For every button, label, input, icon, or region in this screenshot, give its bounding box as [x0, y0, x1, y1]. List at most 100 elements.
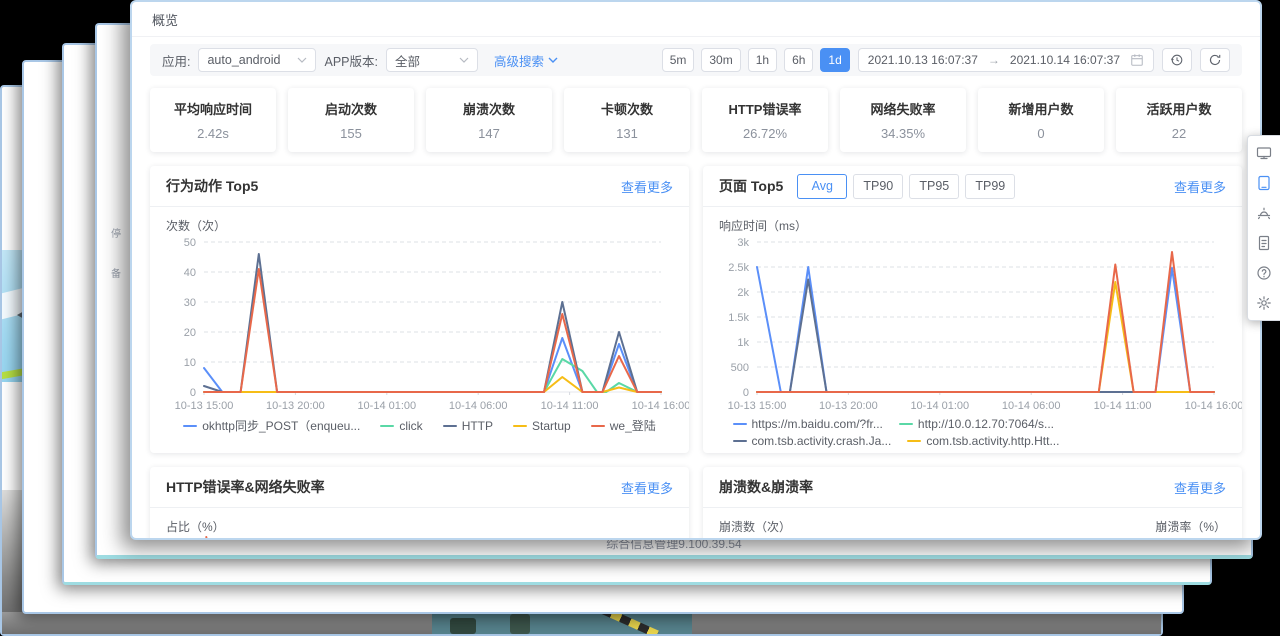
svg-text:10-13 15:00: 10-13 15:00	[728, 400, 787, 412]
version-label: APP版本:	[324, 54, 378, 69]
chart-fragment-svg: 50	[184, 536, 208, 540]
svg-text:150: 150	[731, 538, 749, 540]
behavior-more-link[interactable]: 查看更多	[621, 177, 673, 196]
legend-swatch	[898, 423, 913, 425]
svg-text:10-14 06:00: 10-14 06:00	[449, 400, 508, 412]
app-select[interactable]: auto_android	[198, 48, 317, 72]
refresh-button[interactable]	[1200, 48, 1230, 72]
svg-text:2k: 2k	[737, 287, 749, 299]
advanced-search-label: 高级搜索	[493, 54, 544, 69]
photo-object	[510, 614, 530, 634]
side-toolbar	[1247, 135, 1280, 321]
time-range-button-5m[interactable]: 5m	[661, 48, 695, 72]
time-range-button-6h[interactable]: 6h	[784, 48, 814, 72]
crash-more-link[interactable]: 查看更多	[1174, 478, 1226, 497]
page-legend: https://m.baidu.com/?fr... http://10.0.12…	[732, 417, 1213, 453]
svg-text:3k: 3k	[737, 237, 749, 249]
alarm-icon[interactable]	[1256, 205, 1272, 221]
svg-text:0: 0	[190, 387, 196, 399]
svg-text:10-14 01:00: 10-14 01:00	[910, 400, 969, 412]
chevron-down-icon	[297, 57, 307, 63]
svg-text:10: 10	[184, 357, 196, 369]
legend-item[interactable]: com.tsb.activity.MainAct...	[733, 451, 890, 453]
date-range-picker[interactable]: 2021.10.13 16:07:37 → 2021.10.14 16:07:3…	[857, 48, 1154, 72]
mobile-device-icon[interactable]	[1256, 175, 1272, 191]
svg-text:50: 50	[184, 538, 196, 540]
legend-item[interactable]: Startup	[513, 417, 571, 434]
svg-text:30: 30	[184, 297, 196, 309]
legend-label: com.tsb.activity.MainAct...	[752, 451, 890, 453]
crash-panel-title: 崩溃数&崩溃率	[719, 479, 814, 495]
time-range-button-1h[interactable]: 1h	[747, 48, 778, 72]
page-panel: 页面 Top5 Avg TP90 TP95 TP99 查看更多 响应时间（ms） 0 5…	[703, 166, 1242, 453]
app-select-value: auto_android	[207, 53, 281, 67]
date-end: 2021.10.14 16:07:37	[1009, 53, 1120, 67]
crash-panel: 崩溃数&崩溃率 查看更多 崩溃数（次） 崩溃率（%） 150 100	[703, 467, 1242, 540]
behavior-panel-title: 行为动作 Top5	[166, 178, 259, 194]
tab-tp90[interactable]: TP90	[853, 173, 904, 199]
svg-text:10-14 06:00: 10-14 06:00	[1002, 400, 1061, 412]
page-title: 概览	[152, 13, 179, 28]
kpi-value: 22	[1171, 126, 1187, 141]
svg-text:10-14 16:00: 10-14 16:00	[632, 400, 689, 412]
kpi-card: 网络失败率 34.35%	[840, 88, 966, 152]
kpi-card: 启动次数 155	[288, 88, 414, 152]
http-error-panel: HTTP错误率&网络失败率 查看更多 占比（%） 50	[150, 467, 689, 540]
legend-label: https://m.baidu.com/?fr...	[751, 417, 883, 431]
behavior-legend: okhttp同步_POST（enqueu... click HTTP Startup w…	[166, 417, 673, 434]
desktop-monitor-icon[interactable]	[1256, 145, 1272, 161]
settings-gear-icon[interactable]	[1256, 295, 1272, 311]
svg-text:1k: 1k	[737, 337, 749, 349]
line-chart-svg: 0 10 20 30 40 50 10-13 15:00 10-13 20:00 10-14 0…	[175, 237, 689, 412]
top-charts-row: 行为动作 Top5 查看更多 次数（次） 0 10 20 30 40 50 10-13 15…	[150, 166, 1242, 453]
legend-item[interactable]: we_登陆	[590, 417, 656, 434]
kpi-card: 平均响应时间 2.42s	[150, 88, 276, 152]
svg-text:10-13 20:00: 10-13 20:00	[819, 400, 878, 412]
tab-tp95[interactable]: TP95	[909, 173, 960, 199]
tab-tp99[interactable]: TP99	[965, 173, 1016, 199]
history-refresh-button[interactable]	[1162, 48, 1192, 72]
tab-avg[interactable]: Avg	[797, 173, 848, 199]
background-photo-fragment	[432, 612, 692, 634]
desktop-background: 停 备 综合信息管理9.100.39.54 概览 应用: auto_androi…	[0, 0, 1280, 636]
legend-swatch	[732, 423, 747, 425]
version-select[interactable]: 全部	[385, 48, 478, 72]
time-range-button-1d[interactable]: 1d	[820, 48, 850, 72]
kpi-value: 155	[340, 126, 362, 141]
legend-label: http://10.0.12.70:7064/s...	[917, 417, 1054, 431]
svg-text:500: 500	[731, 362, 749, 374]
http-error-more-link[interactable]: 查看更多	[621, 478, 673, 497]
time-range-button-30m[interactable]: 30m	[701, 48, 741, 72]
report-document-icon[interactable]	[1256, 235, 1272, 251]
filter-bar: 应用: auto_android APP版本: 全部 高级搜索 5m 30m 1h 6…	[150, 44, 1242, 76]
app-label: 应用:	[162, 54, 191, 69]
kpi-label: 崩溃次数	[462, 102, 515, 117]
legend-item[interactable]: okhttp同步_POST（enqueu...	[183, 417, 360, 434]
http-error-y-axis-label: 占比（%）	[166, 520, 225, 534]
kpi-label: 卡顿次数	[600, 102, 653, 117]
kpi-value: 26.72%	[742, 126, 788, 141]
legend-item[interactable]: http://10.0.12.70:7064/s...	[898, 417, 1054, 431]
version-select-value: 全部	[394, 54, 420, 69]
legend-item[interactable]: https://m.baidu.com/?fr...	[732, 417, 883, 431]
help-icon[interactable]	[1256, 265, 1272, 281]
bottom-charts-row: HTTP错误率&网络失败率 查看更多 占比（%） 50 崩溃数&崩溃率 查看更多…	[150, 467, 1242, 540]
kpi-value: 131	[616, 126, 638, 141]
page-y-axis-label: 响应时间（ms）	[719, 219, 807, 233]
advanced-search-link[interactable]: 高级搜索	[494, 51, 558, 70]
window-header: 概览	[132, 2, 1260, 37]
legend-item[interactable]: com.tsb.activity.http.Htt...	[907, 434, 1059, 448]
legend-item[interactable]: click	[380, 417, 423, 434]
legend-swatch	[732, 440, 747, 442]
chart-fragment-svg: 150 100	[719, 535, 1228, 540]
svg-text:1.5k: 1.5k	[728, 312, 749, 324]
http-error-panel-title: HTTP错误率&网络失败率	[166, 479, 325, 495]
percentile-tabs: Avg TP90 TP95 TP99	[797, 173, 1016, 199]
legend-item[interactable]: com.tsb.activity.crash.Ja...	[732, 434, 891, 448]
svg-text:10-14 16:00: 10-14 16:00	[1185, 400, 1242, 412]
kpi-label: 新增用户数	[1008, 102, 1074, 117]
svg-text:100: 100	[1188, 538, 1206, 540]
legend-item[interactable]: HTTP	[442, 417, 493, 434]
page-more-link[interactable]: 查看更多	[1174, 177, 1226, 196]
crash-axis-labels: 崩溃数（次） 崩溃率（%）	[719, 518, 1226, 535]
